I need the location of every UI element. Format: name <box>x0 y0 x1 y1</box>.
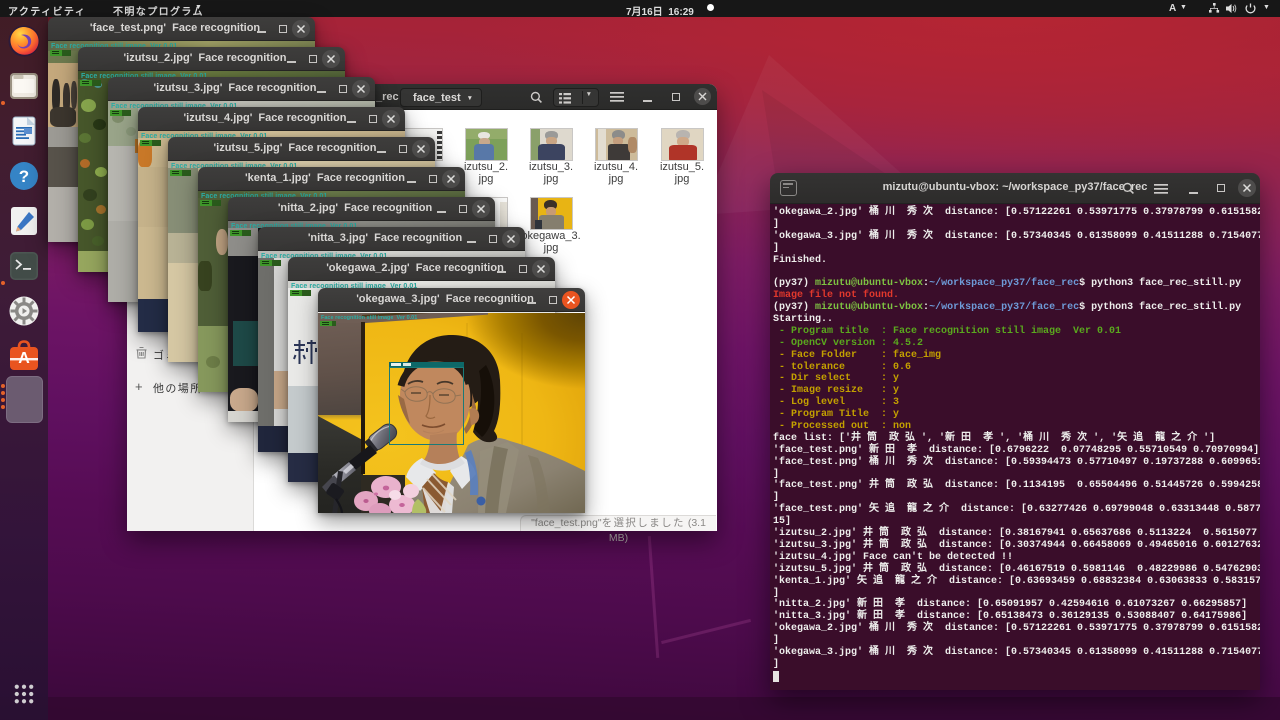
svg-text:?: ? <box>19 167 29 186</box>
svg-text:A: A <box>18 350 30 367</box>
